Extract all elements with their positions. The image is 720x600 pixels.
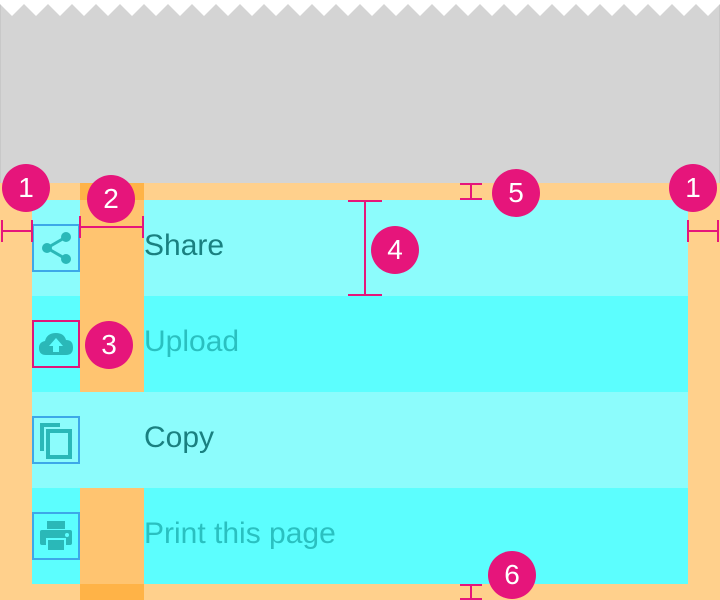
annotation-badge-6: 6 [488,551,536,599]
copy-icon [32,416,80,464]
bottom-padding-gap-highlight [80,584,144,600]
app-background [0,0,720,185]
menu-item-share[interactable]: Share [32,200,688,296]
menu-item-label: Upload [144,325,240,358]
annotation-badge-4: 4 [371,226,419,274]
annotation-badge-2: 2 [87,175,135,223]
menu-item-print[interactable]: Print this page [32,488,688,584]
annotation-badge-1-right: 1 [669,164,717,212]
menu-item-label: Copy [144,421,215,454]
annotation-badge-3: 3 [85,321,133,369]
menu-item-copy[interactable]: Copy [32,392,688,488]
torn-edge [0,0,720,16]
cloud-upload-icon [32,320,80,368]
print-icon [32,512,80,560]
annotation-badge-5: 5 [492,169,540,217]
menu-item-label: Share [144,229,225,262]
row-gap [80,488,144,584]
share-icon [32,224,80,272]
diagram-canvas: Share Upload Copy Print this page 1 2 3 … [0,0,720,600]
menu-item-label: Print this page [144,517,336,550]
annotation-badge-1-left: 1 [2,164,50,212]
